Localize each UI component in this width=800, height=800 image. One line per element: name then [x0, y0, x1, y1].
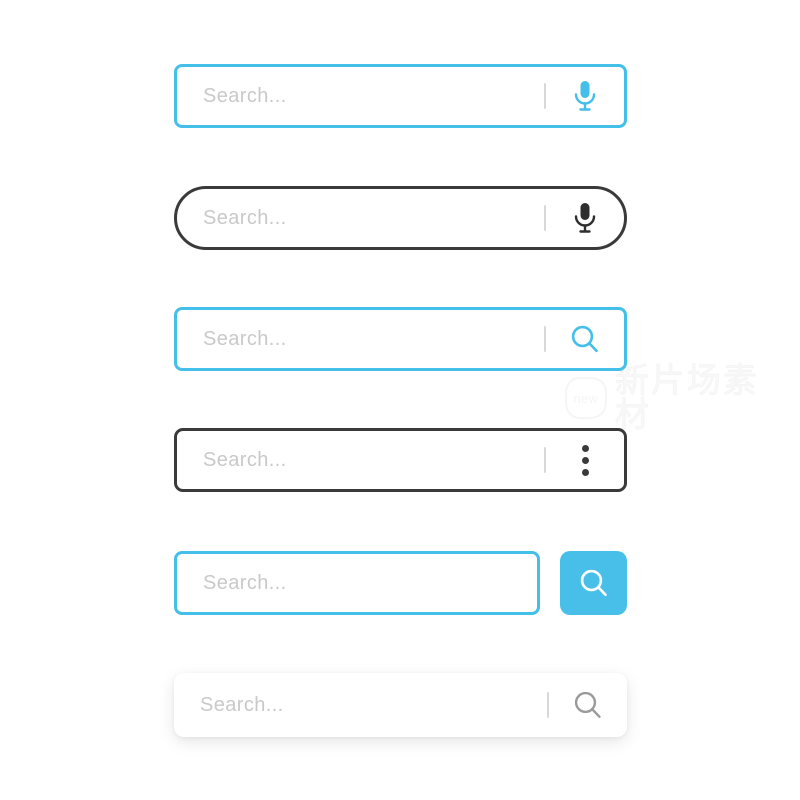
- search-bar-row-2: Search...: [174, 186, 627, 250]
- kebab-dot: [581, 444, 589, 452]
- search-bar-row-5: Search...: [174, 551, 627, 615]
- magnifier-icon[interactable]: [564, 318, 606, 360]
- input-divider: [544, 205, 546, 231]
- search-bar-row-1: Search...: [174, 64, 627, 128]
- watermark-badge-icon: new: [565, 377, 607, 419]
- search-input-placeholder[interactable]: Search...: [200, 694, 284, 717]
- search-bar-blue-outline-mic[interactable]: Search...: [174, 64, 627, 128]
- search-bar-dark-pill-mic[interactable]: Search...: [174, 186, 627, 250]
- search-input-placeholder[interactable]: Search...: [203, 85, 287, 108]
- search-bar-blue-outline-split[interactable]: Search...: [174, 551, 540, 615]
- search-bar-shadow-card[interactable]: Search...: [174, 673, 627, 737]
- search-input-placeholder[interactable]: Search...: [203, 207, 287, 230]
- search-bar-row-4: Search...: [174, 428, 627, 492]
- kebab-menu-icon[interactable]: [564, 439, 606, 481]
- watermark: new 新片场素材: [565, 364, 785, 433]
- search-input-placeholder[interactable]: Search...: [203, 449, 287, 472]
- watermark-badge-label: new: [573, 390, 599, 406]
- search-submit-button[interactable]: [560, 551, 627, 615]
- search-input-placeholder[interactable]: Search...: [203, 572, 287, 595]
- watermark-text: 新片场素材: [614, 361, 759, 435]
- magnifier-icon: [578, 567, 610, 599]
- input-divider: [544, 326, 546, 352]
- magnifier-icon[interactable]: [567, 684, 609, 726]
- search-bar-row-3: Search...: [174, 307, 627, 371]
- search-bar-showcase: new 新片场素材 Search... Search... Search... …: [0, 0, 800, 800]
- kebab-dot: [581, 468, 589, 476]
- microphone-icon[interactable]: [564, 75, 606, 117]
- microphone-icon[interactable]: [564, 197, 606, 239]
- search-bar-row-6: Search...: [174, 673, 627, 737]
- search-bar-blue-outline-search[interactable]: Search...: [174, 307, 627, 371]
- input-divider: [544, 83, 546, 109]
- search-bar-dark-outline-kebab[interactable]: Search...: [174, 428, 627, 492]
- input-divider: [547, 692, 549, 718]
- input-divider: [544, 447, 546, 473]
- search-input-placeholder[interactable]: Search...: [203, 328, 287, 351]
- kebab-dot: [581, 456, 589, 464]
